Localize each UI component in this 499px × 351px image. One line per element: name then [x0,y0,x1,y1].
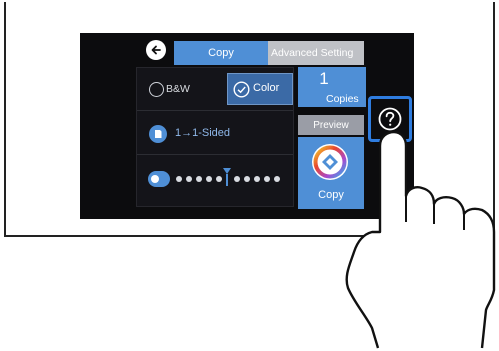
bw-label: B&W [166,83,190,95]
tab-advanced-label: Advanced Setting [271,47,354,59]
copies-field[interactable]: 1 Copies [298,67,366,107]
density-dot [176,176,182,182]
preview-button[interactable]: Preview [298,115,364,135]
density-dot [254,176,260,182]
tab-advanced-settings[interactable]: Advanced Setting [268,41,364,65]
density-icon[interactable] [148,171,170,187]
help-button[interactable] [368,96,412,142]
density-dot [234,176,240,182]
color-label: Color [253,82,280,94]
document-icon[interactable] [149,125,167,143]
density-dot [274,176,280,182]
divider [137,110,293,111]
sided-setting[interactable]: 1→1-Sided [175,127,230,139]
tab-copy-label: Copy [208,47,234,59]
back-arrow-icon [151,45,161,55]
density-dot [186,176,192,182]
preview-label: Preview [313,119,349,131]
copy-settings-panel: B&W Color 1→1-Sided [136,67,294,207]
density-dot [196,176,202,182]
density-dot [206,176,212,182]
density-dot [244,176,250,182]
density-dot [216,176,222,182]
back-button[interactable] [146,40,166,60]
density-dot [264,176,270,182]
copies-label: Copies [326,93,359,105]
start-diamond-icon [312,144,348,180]
tab-copy[interactable]: Copy [174,41,268,65]
copy-button-label: Copy [318,189,344,201]
density-marker-line [226,174,228,186]
copies-value: 1 [319,69,329,88]
lcd-screen: Copy Advanced Setting B&W Color 1→1-Side… [80,33,414,219]
color-option-button[interactable]: Color [227,73,293,105]
check-circle-icon [233,81,250,98]
help-icon [378,107,402,131]
divider [137,154,293,155]
bw-radio[interactable] [149,82,164,97]
copy-start-button[interactable]: Copy [298,137,364,209]
